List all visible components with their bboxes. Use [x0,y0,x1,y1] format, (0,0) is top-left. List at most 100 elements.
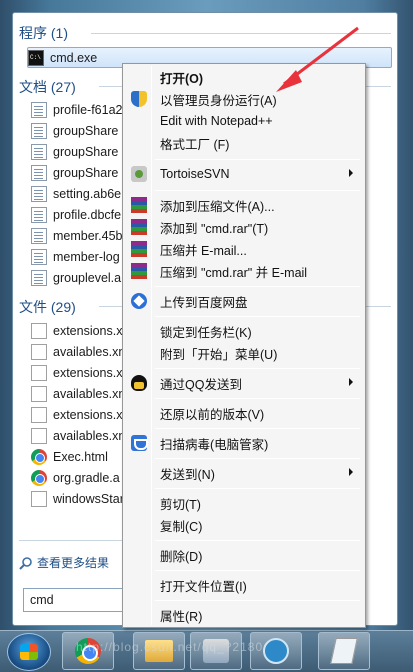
document-label: groupShare [53,123,119,138]
start-button[interactable] [7,633,51,671]
notepad-icon [330,638,358,664]
menu-item-label: 通过QQ发送到 [160,377,242,392]
section-divider [19,540,129,541]
uac-shield-icon [131,91,147,107]
submenu-arrow-icon [349,468,353,476]
menu-item-compress-cmd-rar-email[interactable]: 压缩到 "cmd.rar" 并 E-mail [125,260,363,282]
menu-separator [155,540,360,541]
document-icon [31,227,47,244]
menu-item-send-to[interactable]: 发送到(N) [125,462,363,484]
document-label: setting.ab6e [53,186,122,201]
winrar-icon [131,241,147,257]
qq-icon [263,638,289,664]
menu-item-label: 复制(C) [160,519,203,534]
menu-item-label: 压缩并 E-mail... [160,243,247,258]
document-icon [31,269,47,286]
menu-item-restore-versions[interactable]: 还原以前的版本(V) [125,402,363,424]
menu-separator [155,600,360,601]
document-icon [31,101,47,118]
menu-item-label: 删除(D) [160,549,203,564]
qq-icon [131,375,147,391]
file-label: availables.xn [53,386,126,401]
file-label: extensions.x [53,323,123,338]
menu-item-label: 打开(O) [160,71,204,86]
cmd-icon [28,49,44,66]
menu-separator [155,398,360,399]
watermark: http://blog.csdn.net/qq_?2180 [76,640,264,654]
chrome-icon [31,448,47,465]
menu-item-label: 剪切(T) [160,497,201,512]
menu-item-label: 锁定到任务栏(K) [160,325,252,340]
menu-item-open[interactable]: 打开(O) [125,66,363,88]
winrar-icon [131,263,147,279]
search-input-value: cmd [30,593,54,607]
context-menu: 打开(O) 以管理员身份运行(A) Edit with Notepad++ 格式… [122,63,366,628]
document-icon [31,185,47,202]
menu-item-label: 上传到百度网盘 [160,295,248,310]
xml-file-icon [31,427,47,444]
menu-item-run-as-admin[interactable]: 以管理员身份运行(A) [125,88,363,110]
winrar-icon [131,197,147,213]
menu-item-add-to-archive[interactable]: 添加到压缩文件(A)... [125,194,363,216]
menu-item-scan-virus[interactable]: 扫描病毒(电脑管家) [125,432,363,454]
menu-separator [155,488,360,489]
submenu-arrow-icon [349,169,353,177]
menu-separator [155,570,360,571]
menu-item-label: 添加到压缩文件(A)... [160,199,275,214]
document-icon [31,206,47,223]
menu-item-label: TortoiseSVN [160,167,230,181]
winrar-icon [131,219,147,235]
document-label: member-log [53,249,120,264]
submenu-arrow-icon [349,378,353,386]
menu-item-properties[interactable]: 属性(R) [125,604,363,626]
menu-separator [155,458,360,459]
menu-item-open-file-location[interactable]: 打开文件位置(I) [125,574,363,596]
menu-separator [155,286,360,287]
menu-item-label: 压缩到 "cmd.rar" 并 E-mail [160,265,308,280]
file-label: Exec.html [53,449,108,464]
file-label: availables.xn [53,428,126,443]
menu-item-pin-start[interactable]: 附到「开始」菜单(U) [125,342,363,364]
menu-item-label: Edit with Notepad++ [160,114,273,128]
menu-item-pin-taskbar[interactable]: 锁定到任务栏(K) [125,320,363,342]
menu-item-label: 发送到(N) [160,467,215,482]
document-icon [31,164,47,181]
xml-file-icon [31,364,47,381]
menu-item-send-via-qq[interactable]: 通过QQ发送到 [125,372,363,394]
document-label: groupShare [53,165,119,180]
file-label: extensions.x [53,365,123,380]
result-label: cmd.exe [50,50,98,65]
file-label: extensions.x [53,407,123,422]
document-label: grouplevel.a [53,270,122,285]
menu-item-compress-email[interactable]: 压缩并 E-mail... [125,238,363,260]
menu-item-cut[interactable]: 剪切(T) [125,492,363,514]
menu-item-copy[interactable]: 复制(C) [125,514,363,536]
baidu-netdisk-icon [131,293,147,309]
menu-item-add-to-cmd-rar[interactable]: 添加到 "cmd.rar"(T) [125,216,363,238]
file-label: windowsStar [53,491,124,506]
menu-item-label: 添加到 "cmd.rar"(T) [160,221,269,236]
menu-item-edit-notepadpp[interactable]: Edit with Notepad++ [125,110,363,132]
document-icon [31,122,47,139]
document-icon [31,143,47,160]
menu-item-label: 扫描病毒(电脑管家) [160,437,269,452]
menu-separator [155,428,360,429]
menu-separator [155,368,360,369]
programs-section-header: 程序 (1) [19,25,68,41]
menu-separator [155,316,360,317]
document-icon [31,248,47,265]
menu-item-delete[interactable]: 删除(D) [125,544,363,566]
menu-item-label: 附到「开始」菜单(U) [160,347,278,362]
menu-item-label: 格式工厂 (F) [160,137,230,152]
see-more-results-link[interactable]: 查看更多结果 [19,554,109,571]
menu-item-label: 以管理员身份运行(A) [160,93,277,108]
menu-item-tortoisesvn[interactable]: TortoiseSVN [125,163,363,185]
file-label: org.gradle.a [53,470,120,485]
menu-item-upload-baidu[interactable]: 上传到百度网盘 [125,290,363,312]
chrome-icon [31,469,47,486]
document-label: member.45b [53,228,123,243]
xml-file-icon [31,406,47,423]
menu-item-format-factory[interactable]: 格式工厂 (F) [125,132,363,154]
tortoise-svn-icon [131,166,147,182]
taskbar-notepad-button[interactable] [318,632,370,670]
